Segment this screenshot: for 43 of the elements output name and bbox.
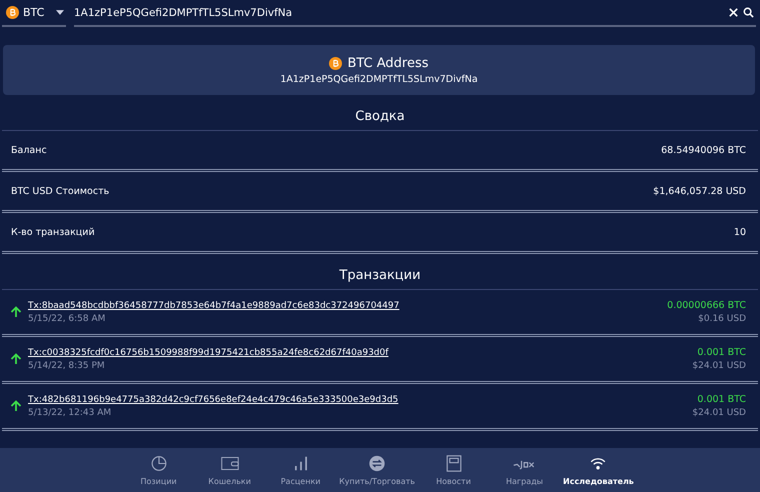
- news-icon: [444, 454, 462, 472]
- search-icon[interactable]: [743, 7, 754, 18]
- transaction-link[interactable]: Tx:8baad548bcdbbf36458777db7853e64b7f4a1e9889ad7c6e83dc372496704497: [28, 300, 662, 310]
- section-title: Сводка: [355, 109, 405, 124]
- arrow-up-icon: [10, 353, 22, 365]
- transaction-amount: 0.00000666 BTC: [667, 300, 746, 311]
- transaction-link[interactable]: Tx:c0038325fcdf0c16756b1509988f99d1975421cb855a24fe8c62d67f40a93d0f: [28, 348, 686, 358]
- transaction-usd: $24.01 USD: [692, 408, 746, 418]
- bitcoin-icon: [6, 6, 19, 19]
- transaction-date: 5/13/22, 12:43 AM: [28, 408, 112, 418]
- summary-value: $1,646,057.28 USD: [653, 186, 746, 196]
- card-title: BTC Address: [347, 56, 429, 70]
- wallet-icon: [220, 454, 239, 472]
- summary-label: BTC USD Стоимость: [11, 186, 110, 196]
- nav-tab[interactable]: Позиции: [123, 448, 194, 492]
- nav-tab[interactable]: Купить/Торговать: [336, 448, 418, 492]
- nav-tab[interactable]: Кошельки: [194, 448, 266, 492]
- arrow-up-icon: [10, 400, 22, 412]
- nav-tab[interactable]: Награды: [489, 448, 560, 492]
- caret-icon: [56, 10, 64, 15]
- transaction-date: 5/14/22, 8:35 PM: [28, 360, 106, 370]
- address-search-field[interactable]: 1A1zP1eP5QGefi2DMPTfTL5SLmv7DivfNa: [74, 6, 724, 18]
- wallet-address: 1A1zP1eP5QGefi2DMPTfTL5SLmv7DivfNa: [280, 74, 478, 84]
- section-title: Транзакции: [339, 268, 421, 283]
- exchange-icon: [368, 454, 386, 472]
- nav-tab[interactable]: Новости: [418, 448, 489, 492]
- transaction-date: 5/15/22, 6:58 AM: [28, 314, 106, 324]
- transaction-amount: 0.001 BTC: [697, 394, 746, 405]
- transaction-link[interactable]: Tx:482b681196b9e4775a382d42c9cf7656e8ef24e4c479c46a5e333500e3e9d3d5: [28, 394, 686, 404]
- transaction-usd: $0.16 USD: [698, 314, 746, 324]
- summary-label: Баланс: [11, 144, 47, 156]
- pie-chart-icon: [150, 454, 168, 472]
- transaction-usd: $24.01 USD: [692, 361, 746, 371]
- summary-value: 10: [734, 226, 746, 238]
- summary-value: 68.54940096 BTC: [661, 144, 746, 156]
- summary-label: К-во транзакций: [11, 226, 95, 238]
- transaction-amount: 0.001 BTC: [697, 347, 746, 358]
- nav-tab[interactable]: Расценки: [265, 448, 336, 492]
- arrow-up-icon: [10, 306, 22, 318]
- coin-selector[interactable]: BTC: [2, 6, 66, 27]
- bitcoin-icon: [329, 56, 342, 70]
- close-icon[interactable]: [728, 7, 739, 18]
- nav-tab[interactable]: Исследователь: [560, 448, 637, 492]
